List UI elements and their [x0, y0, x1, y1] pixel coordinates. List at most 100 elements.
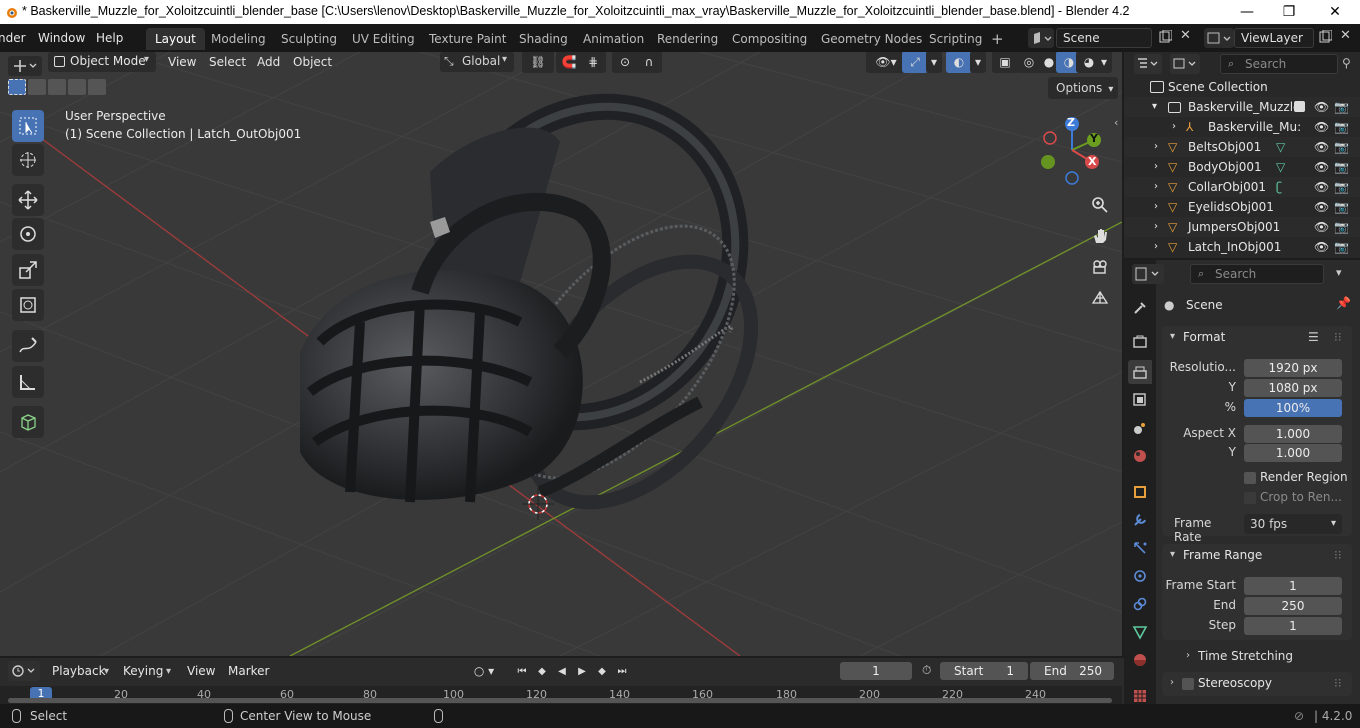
rotate-tool-icon[interactable]	[12, 218, 44, 250]
new-viewlayer-icon[interactable]	[1318, 30, 1332, 44]
format-header[interactable]: Format	[1183, 330, 1225, 344]
eye-icon[interactable]: 👁	[1314, 117, 1329, 137]
modifier-tab-icon[interactable]	[1128, 508, 1152, 532]
chevron-down-icon[interactable]: ▾	[970, 52, 986, 73]
resolution-percent-slider[interactable]: 100%	[1244, 399, 1342, 417]
timeline-scrollbar[interactable]	[8, 698, 1112, 703]
move-tool-icon[interactable]	[12, 184, 44, 216]
presets-list-icon[interactable]: ☰	[1308, 330, 1319, 344]
falloff-icon[interactable]: ∩	[636, 52, 662, 73]
exclude-checkbox[interactable]	[1294, 101, 1305, 112]
scene-tab-icon[interactable]	[1128, 416, 1152, 440]
tab-sculpting[interactable]: Sculpting	[272, 28, 346, 50]
tool-tab-icon[interactable]	[1128, 296, 1152, 320]
auto-keying-icon[interactable]: ○ ▾	[466, 661, 502, 681]
delete-viewlayer-icon[interactable]: ✕	[1340, 28, 1351, 43]
filter-icon[interactable]: ⚲	[1342, 56, 1351, 70]
ortho-grid-icon[interactable]	[1087, 285, 1113, 311]
outliner-row-mesh[interactable]: › ▽ CollarObj001 ʗ 👁 📷	[1124, 177, 1360, 197]
chevron-down-icon[interactable]: ▾	[1170, 549, 1175, 560]
menu-window[interactable]: Window	[32, 28, 91, 48]
stereoscopy-header[interactable]: Stereoscopy	[1198, 676, 1272, 690]
tab-rendering[interactable]: Rendering	[648, 28, 727, 50]
frame-range-header[interactable]: Frame Range	[1183, 548, 1262, 562]
tab-animation[interactable]: Animation	[574, 28, 653, 50]
properties-editor-icon[interactable]	[1132, 264, 1164, 284]
camera-render-icon[interactable]: 📷	[1334, 97, 1349, 117]
world-tab-icon[interactable]	[1128, 444, 1152, 468]
viewport-menu-add[interactable]: Add	[251, 52, 286, 72]
gizmo-toggle-icon[interactable]: ⤢	[902, 52, 928, 73]
viewlayer-name-field[interactable]: ViewLayer	[1234, 28, 1314, 48]
proportional-edit-icon[interactable]: ⊙	[612, 52, 638, 73]
viewport-menu-view[interactable]: View	[162, 52, 202, 72]
editor-type-icon[interactable]	[8, 56, 42, 76]
select-intersect-icon[interactable]	[88, 79, 106, 95]
minimize-button[interactable]: —	[1224, 0, 1270, 24]
properties-search-input[interactable]: Search	[1190, 264, 1324, 284]
new-scene-icon[interactable]	[1158, 30, 1172, 44]
eye-icon[interactable]: 👁	[1314, 237, 1329, 257]
tab-uv-editing[interactable]: UV Editing	[343, 28, 424, 50]
aspect-x-field[interactable]: 1.000	[1244, 425, 1342, 443]
select-extend-icon[interactable]	[28, 79, 46, 95]
jump-end-icon[interactable]: ⏭	[612, 661, 632, 681]
render-tab-icon[interactable]	[1128, 330, 1152, 354]
viewport-menu-select[interactable]: Select	[203, 52, 252, 72]
maximize-button[interactable]: ❐	[1266, 0, 1312, 24]
outliner-editor-icon[interactable]	[1134, 54, 1162, 74]
camera-render-icon[interactable]: 📷	[1334, 157, 1349, 177]
add-cube-tool-icon[interactable]	[12, 406, 44, 438]
xray-icon[interactable]: ▣	[992, 52, 1018, 73]
tab-geometry-nodes[interactable]: Geometry Nodes	[812, 28, 931, 50]
camera-render-icon[interactable]: 📷	[1334, 197, 1349, 217]
drag-handle-icon[interactable]: ⁝⁝	[1334, 330, 1342, 344]
chevron-right-icon[interactable]: ›	[1170, 677, 1174, 688]
frame-start-field[interactable]: 1	[1244, 577, 1342, 595]
tab-layout[interactable]: Layout	[146, 28, 205, 50]
scene-selector-icon[interactable]	[1028, 28, 1054, 48]
outliner-row-mesh[interactable]: › ▽ BeltsObj001 ▽ 👁 📷	[1124, 137, 1360, 157]
constraints-tab-icon[interactable]	[1128, 592, 1152, 616]
delete-scene-icon[interactable]: ✕	[1180, 28, 1191, 43]
eye-icon[interactable]: 👁	[1314, 217, 1329, 237]
outliner-row-mesh[interactable]: › ▽ EyelidsObj001 👁 📷	[1124, 197, 1360, 217]
data-tab-icon[interactable]	[1128, 620, 1152, 644]
options-dropdown[interactable]: Options ▾	[1048, 77, 1118, 99]
material-tab-icon[interactable]	[1128, 648, 1152, 672]
output-tab-icon[interactable]	[1128, 360, 1152, 384]
resolution-y-field[interactable]: 1080 px	[1244, 379, 1342, 397]
resolution-x-field[interactable]: 1920 px	[1244, 359, 1342, 377]
eye-icon[interactable]: 👁	[1314, 197, 1329, 217]
view-layer-tab-icon[interactable]	[1128, 388, 1152, 412]
tab-compositing[interactable]: Compositing	[723, 28, 816, 50]
visibility-icon[interactable]: 👁▾	[866, 52, 906, 73]
select-box-tool-icon[interactable]	[12, 110, 44, 142]
tab-scripting[interactable]: Scripting	[920, 28, 991, 50]
pin-icon[interactable]: 📌	[1336, 296, 1351, 310]
current-frame-field[interactable]: 1	[840, 662, 912, 680]
mode-dropdown[interactable]: Object Mode ▾	[48, 52, 156, 72]
select-subtract-icon[interactable]	[48, 79, 66, 95]
3d-viewport[interactable]: Object Mode ▾ View Select Add Object ⤡ G…	[0, 52, 1122, 656]
prev-keyframe-icon[interactable]: ◆	[532, 661, 552, 681]
transform-tool-icon[interactable]	[12, 289, 44, 321]
scene-name-field[interactable]: Scene	[1056, 28, 1152, 48]
stereoscopy-checkbox[interactable]	[1182, 678, 1194, 690]
frame-rate-dropdown[interactable]: 30 fps ▾	[1244, 514, 1342, 534]
physics-tab-icon[interactable]	[1128, 564, 1152, 588]
chevron-down-icon[interactable]: ▾	[1170, 331, 1175, 342]
stopwatch-icon[interactable]: ⏱	[922, 663, 931, 678]
timeline-menu-marker[interactable]: Marker	[222, 661, 275, 681]
timeline-menu-view[interactable]: View	[181, 661, 221, 681]
outliner-row-mesh[interactable]: › ▽ BodyObj001 ▽ 👁 📷	[1124, 157, 1360, 177]
tab-modeling[interactable]: Modeling	[202, 28, 275, 50]
tab-texture-paint[interactable]: Texture Paint	[420, 28, 515, 50]
camera-render-icon[interactable]: 📷	[1334, 237, 1349, 257]
zoom-icon[interactable]	[1087, 192, 1113, 218]
aspect-y-field[interactable]: 1.000	[1244, 444, 1342, 462]
particles-tab-icon[interactable]	[1128, 536, 1152, 560]
camera-view-icon[interactable]	[1087, 254, 1113, 280]
overlays-icon[interactable]: ◐	[946, 52, 972, 73]
frame-end-field[interactable]: 250	[1244, 597, 1342, 615]
